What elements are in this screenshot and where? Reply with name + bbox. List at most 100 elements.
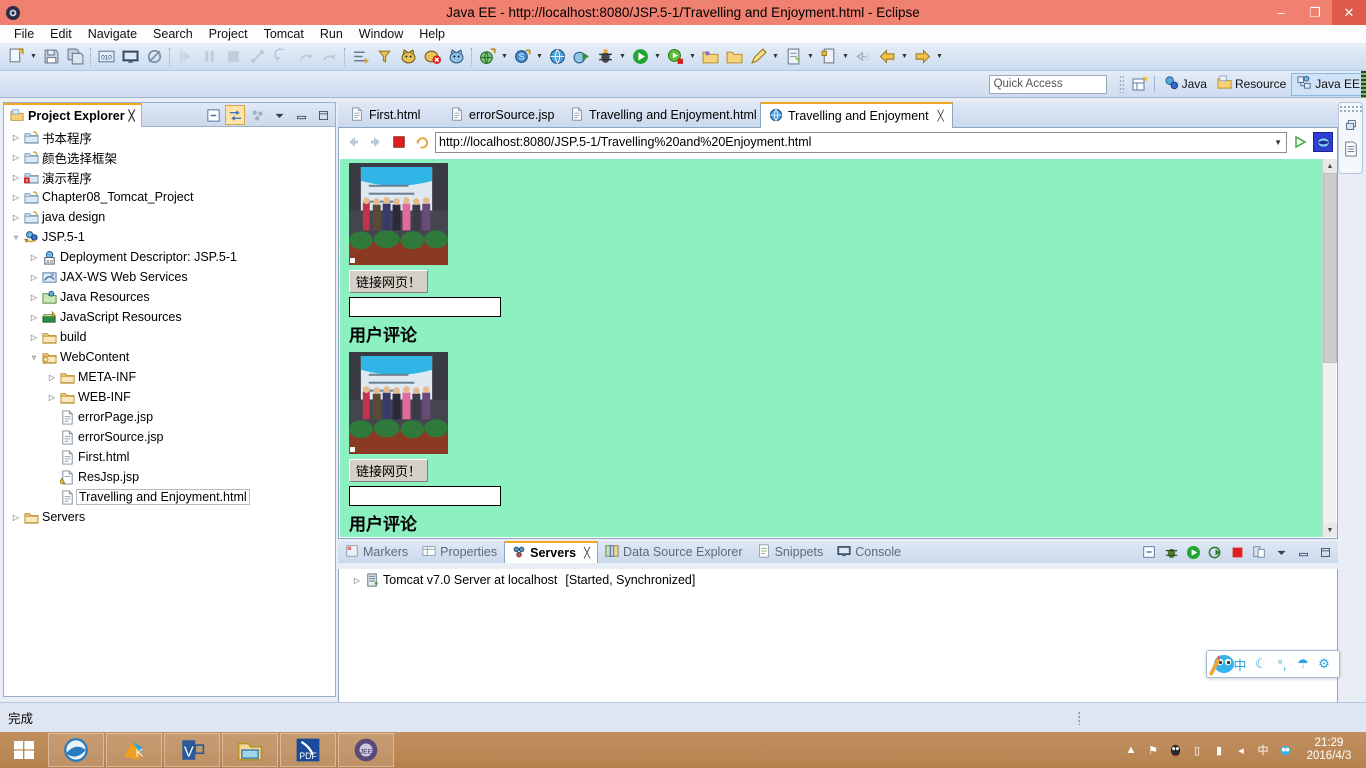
- new-html-icon[interactable]: [817, 46, 839, 68]
- previous-edit-icon[interactable]: [876, 46, 898, 68]
- tree-item[interactable]: ResJsp.jsp: [4, 467, 335, 487]
- twisty-collapsed[interactable]: ▷: [28, 333, 40, 342]
- status-bar-grip[interactable]: [1078, 711, 1080, 725]
- close-icon[interactable]: ╳: [129, 111, 135, 122]
- close-icon[interactable]: ╳: [938, 111, 944, 122]
- quick-fix-icon[interactable]: [747, 46, 769, 68]
- link-with-editor-icon[interactable]: [225, 105, 245, 125]
- publish-icon[interactable]: [1249, 542, 1269, 562]
- twisty-expanded[interactable]: ▿: [10, 233, 22, 242]
- ime-punctuation-icon[interactable]: °,: [1273, 654, 1291, 674]
- tree-item[interactable]: ▷ 书本程序: [4, 127, 335, 147]
- editor-tab-2[interactable]: Travelling and Enjoyment.html: [562, 102, 765, 128]
- tree-item[interactable]: ▷ JavaScript Resources: [4, 307, 335, 327]
- url-input[interactable]: http://localhost:8080/JSP.5-1/Travelling…: [435, 131, 1287, 153]
- open-folder-icon[interactable]: [699, 46, 721, 68]
- remove-icon[interactable]: [421, 46, 443, 68]
- windows-start-icon[interactable]: [0, 732, 48, 768]
- twisty-collapsed[interactable]: ▷: [46, 393, 58, 402]
- minimize-icon[interactable]: [1293, 542, 1313, 562]
- skip-breakpoints-icon[interactable]: [143, 46, 165, 68]
- perspective-java-ee[interactable]: Java EE: [1291, 72, 1366, 96]
- search-icon[interactable]: [397, 46, 419, 68]
- project-explorer-tab[interactable]: Project Explorer ╳: [4, 103, 142, 127]
- dropdown-arrow-icon[interactable]: ▼: [934, 46, 945, 68]
- refresh-icon[interactable]: [412, 132, 432, 152]
- tree-item[interactable]: Travelling and Enjoyment.html: [4, 487, 335, 507]
- previous-annotation-icon[interactable]: [373, 46, 395, 68]
- view-menu-icon[interactable]: [1271, 542, 1291, 562]
- run-on-server-icon[interactable]: [570, 46, 592, 68]
- new-server-icon[interactable]: S: [511, 46, 533, 68]
- editor-tab-1[interactable]: errorSource.jsp: [442, 102, 562, 128]
- menu-item-help[interactable]: Help: [411, 25, 453, 43]
- tree-item[interactable]: errorSource.jsp: [4, 427, 335, 447]
- menu-item-file[interactable]: File: [6, 25, 42, 43]
- run-last-tool-icon[interactable]: [664, 46, 686, 68]
- dropdown-arrow-icon[interactable]: ▼: [805, 46, 816, 68]
- editor-tab-0[interactable]: First.html: [342, 102, 428, 128]
- debug-icon[interactable]: [594, 46, 616, 68]
- file-explorer-icon[interactable]: [222, 733, 278, 767]
- new-web-project-icon[interactable]: [476, 46, 498, 68]
- action-center-icon[interactable]: ⚑: [1142, 732, 1164, 768]
- dropdown-arrow-icon[interactable]: ▼: [899, 46, 910, 68]
- show-hidden-icons-icon[interactable]: ▲: [1120, 732, 1142, 768]
- bottom-tab-markers[interactable]: Markers: [338, 541, 415, 563]
- forward-arrow-icon[interactable]: [366, 132, 386, 152]
- tree-item[interactable]: ▷ build: [4, 327, 335, 347]
- ime-skin-icon[interactable]: ☂: [1294, 654, 1312, 674]
- page-image[interactable]: [349, 352, 1324, 457]
- minimize-button[interactable]: –: [1264, 0, 1298, 25]
- twisty-collapsed[interactable]: ▷: [10, 133, 22, 142]
- tree-item[interactable]: ▷ 颜色选择框架: [4, 147, 335, 167]
- chevron-down-icon[interactable]: ▼: [1274, 133, 1286, 152]
- globe-icon[interactable]: [546, 46, 568, 68]
- collapse-all-icon[interactable]: [203, 105, 223, 125]
- servers-view-body[interactable]: ▷ Tomcat v7.0 Server at localhost [Starte…: [338, 569, 1338, 703]
- terminate-icon[interactable]: [222, 46, 244, 68]
- tree-item[interactable]: errorPage.jsp: [4, 407, 335, 427]
- scrollbar-thumb[interactable]: [1323, 173, 1337, 363]
- close-button[interactable]: ✕: [1332, 0, 1366, 25]
- go-icon[interactable]: [1290, 132, 1310, 152]
- visio-icon[interactable]: V: [164, 733, 220, 767]
- menu-item-tomcat[interactable]: Tomcat: [256, 25, 312, 43]
- twisty-collapsed[interactable]: ▷: [28, 253, 40, 262]
- toolbar-grip[interactable]: [1118, 75, 1124, 93]
- tree-item[interactable]: ▿ WebContent: [4, 347, 335, 367]
- tree-item[interactable]: ▷ META-INF: [4, 367, 335, 387]
- debug-cat-icon[interactable]: [445, 46, 467, 68]
- tree-item[interactable]: ▷ Chapter08_Tomcat_Project: [4, 187, 335, 207]
- open-folder2-icon[interactable]: [723, 46, 745, 68]
- perspective-java[interactable]: Java: [1159, 73, 1212, 96]
- dropdown-arrow-icon[interactable]: ▼: [652, 46, 663, 68]
- bottom-tab-snippets[interactable]: Snippets: [750, 541, 831, 563]
- open-external-browser-icon[interactable]: [1313, 132, 1333, 152]
- twisty-collapsed[interactable]: ▷: [10, 193, 22, 202]
- dropdown-arrow-icon[interactable]: ▼: [617, 46, 628, 68]
- tree-item[interactable]: ▷ JAX-WS Web Services: [4, 267, 335, 287]
- rendered-web-page[interactable]: 链接网页！ 用户评论 链接网页！ 用户评论: [340, 159, 1324, 537]
- link-page-button[interactable]: 链接网页！: [349, 459, 429, 482]
- twisty-collapsed[interactable]: ▷: [10, 173, 22, 182]
- stop-icon[interactable]: [389, 132, 409, 152]
- save-icon[interactable]: [40, 46, 62, 68]
- battery-icon[interactable]: ▯: [1186, 732, 1208, 768]
- new-wizard-icon[interactable]: [5, 46, 27, 68]
- comment-input[interactable]: [349, 297, 501, 317]
- quick-access-input[interactable]: Quick Access: [988, 74, 1107, 94]
- suspend-icon[interactable]: [198, 46, 220, 68]
- new-console-icon[interactable]: [119, 46, 141, 68]
- scroll-down-arrow[interactable]: ▼: [1323, 523, 1337, 537]
- taskbar-clock[interactable]: 21:29 2016/4/3: [1296, 737, 1366, 763]
- run-icon[interactable]: [629, 46, 651, 68]
- twisty-expanded[interactable]: ▿: [28, 353, 40, 362]
- editor-tab-3[interactable]: Travelling and Enjoyment ╳: [760, 102, 953, 128]
- disconnect-icon[interactable]: [246, 46, 268, 68]
- twisty-collapsed[interactable]: ▷: [10, 153, 22, 162]
- tree-item[interactable]: ▿ JSP.5-1: [4, 227, 335, 247]
- twisty-collapsed[interactable]: ▷: [28, 273, 40, 282]
- perspective-resource[interactable]: Resource: [1212, 73, 1291, 96]
- maximize-icon[interactable]: [313, 105, 333, 125]
